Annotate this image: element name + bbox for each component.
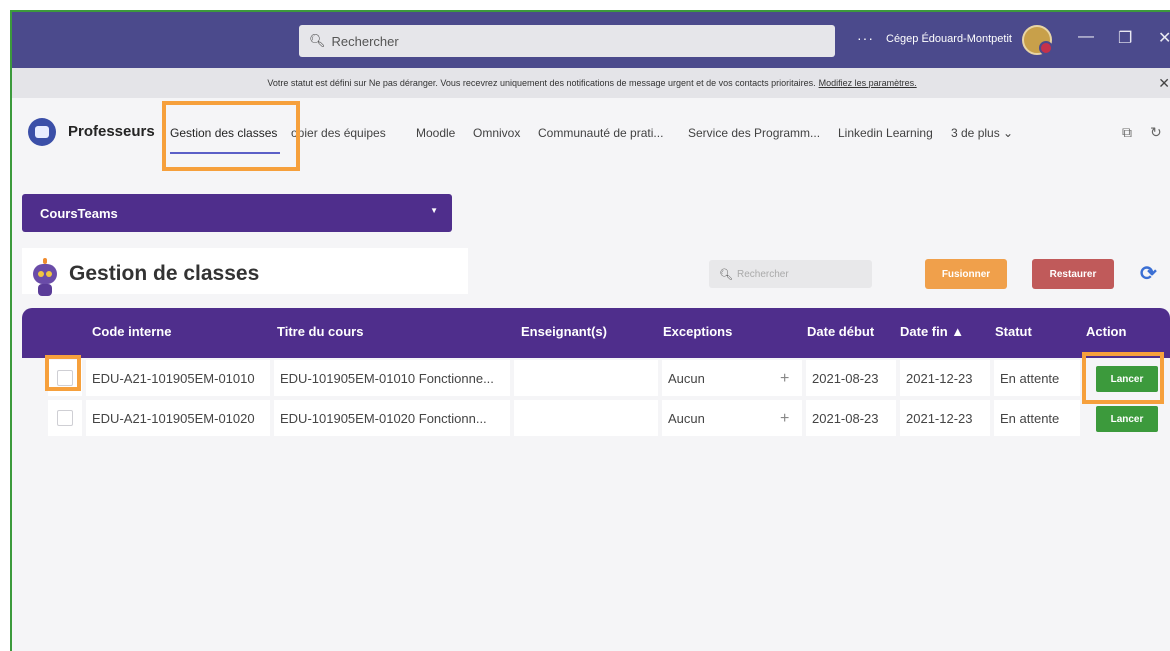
status-cell: En attente bbox=[994, 400, 1080, 436]
action-cell: Lancer bbox=[1084, 400, 1170, 436]
minimize-icon[interactable]: — bbox=[1078, 28, 1094, 46]
add-exception-icon[interactable]: + bbox=[780, 410, 789, 428]
exceptions-cell: Aucun + bbox=[662, 360, 802, 396]
channel-tab-bar: Professeurs Gestion des classes opier de… bbox=[12, 98, 1170, 171]
add-exception-icon[interactable]: + bbox=[780, 370, 789, 388]
dropdown-label: CoursTeams bbox=[40, 205, 118, 221]
teams-window: 🔍︎ Rechercher ··· Cégep Édouard-Montpeti… bbox=[10, 10, 1170, 651]
exceptions-value: Aucun bbox=[668, 410, 705, 426]
dnd-notification-bar: Votre statut est défini sur Ne pas déran… bbox=[12, 68, 1170, 98]
title-bar: 🔍︎ Rechercher ··· Cégep Édouard-Montpeti… bbox=[12, 12, 1170, 68]
end-date-cell: 2021-12-23 bbox=[900, 360, 990, 396]
refresh-icon[interactable]: ⟳ bbox=[1140, 261, 1157, 286]
code-cell: EDU-A21-101905EM-01010 bbox=[86, 360, 270, 396]
notification-text: Votre statut est défini sur Ne pas déran… bbox=[267, 78, 816, 88]
end-date-cell: 2021-12-23 bbox=[900, 400, 990, 436]
header-end-date[interactable]: Date fin ▲ bbox=[900, 324, 964, 339]
tab-linkedin-learning[interactable]: Linkedin Learning bbox=[838, 126, 933, 140]
bot-mascot-icon bbox=[30, 258, 60, 298]
popout-icon[interactable]: ⧉ bbox=[1122, 124, 1132, 141]
header-title[interactable]: Titre du cours bbox=[277, 324, 363, 339]
header-teachers[interactable]: Enseignant(s) bbox=[521, 324, 607, 339]
table-row: EDU-A21-101905EM-01020 EDU-101905EM-0102… bbox=[22, 400, 1170, 438]
status-cell: En attente bbox=[994, 360, 1080, 396]
coursteams-dropdown[interactable]: CoursTeams ▼ bbox=[22, 194, 452, 232]
teachers-cell bbox=[514, 360, 658, 396]
start-date-cell: 2021-08-23 bbox=[806, 360, 896, 396]
table-header: Code interne Titre du cours Enseignant(s… bbox=[22, 308, 1170, 358]
close-notification-icon[interactable]: ✕ bbox=[1158, 75, 1170, 92]
title-cell: EDU-101905EM-01010 Fonctionne... bbox=[274, 360, 510, 396]
header-exceptions[interactable]: Exceptions bbox=[663, 324, 732, 339]
restore-button[interactable]: Restaurer bbox=[1032, 259, 1114, 289]
launch-button[interactable]: Lancer bbox=[1096, 406, 1158, 432]
row-checkbox[interactable] bbox=[57, 410, 73, 426]
search-placeholder: Rechercher bbox=[331, 33, 399, 49]
search-icon: 🔍︎ bbox=[309, 33, 326, 48]
tab-copier-des-equipes[interactable]: opier des équipes bbox=[291, 126, 386, 140]
search-icon: 🔍︎ bbox=[719, 268, 733, 281]
class-search-placeholder: Rechercher bbox=[736, 268, 789, 280]
code-cell: EDU-A21-101905EM-01020 bbox=[86, 400, 270, 436]
select-cell bbox=[48, 400, 82, 436]
merge-button[interactable]: Fusionner bbox=[925, 259, 1007, 289]
restore-window-icon[interactable]: ❐ bbox=[1118, 28, 1132, 48]
modify-settings-link[interactable]: Modifiez les paramètres. bbox=[819, 78, 917, 88]
highlight-tab-box bbox=[162, 101, 300, 171]
header-start-date[interactable]: Date début bbox=[807, 324, 874, 339]
global-search-input[interactable]: 🔍︎ Rechercher bbox=[299, 25, 835, 57]
header-action[interactable]: Action bbox=[1086, 324, 1126, 339]
exceptions-value: Aucun bbox=[668, 370, 705, 386]
class-search-input[interactable]: 🔍︎ Rechercher bbox=[709, 260, 872, 288]
table-row: EDU-A21-101905EM-01010 EDU-101905EM-0101… bbox=[22, 360, 1170, 398]
teachers-cell bbox=[514, 400, 658, 436]
team-name: Professeurs bbox=[68, 123, 155, 140]
chevron-down-icon: ▼ bbox=[430, 206, 438, 215]
tab-moodle[interactable]: Moodle bbox=[416, 126, 455, 140]
tab-communaute-de-pratique[interactable]: Communauté de prati... bbox=[538, 126, 663, 140]
reload-tab-icon[interactable]: ↻ bbox=[1150, 124, 1162, 141]
user-avatar[interactable] bbox=[1022, 25, 1053, 55]
tab-more[interactable]: 3 de plus ⌄ bbox=[951, 126, 1013, 140]
header-status[interactable]: Statut bbox=[995, 324, 1032, 339]
start-date-cell: 2021-08-23 bbox=[806, 400, 896, 436]
page-title: Gestion de classes bbox=[69, 262, 260, 285]
organization-name[interactable]: Cégep Édouard-Montpetit bbox=[886, 33, 1012, 45]
highlight-checkbox-box bbox=[45, 355, 81, 391]
title-cell: EDU-101905EM-01020 Fonctionn... bbox=[274, 400, 510, 436]
highlight-launch-box bbox=[1082, 352, 1164, 404]
tab-omnivox[interactable]: Omnivox bbox=[473, 126, 520, 140]
close-window-icon[interactable]: ✕ bbox=[1158, 28, 1170, 48]
exceptions-cell: Aucun + bbox=[662, 400, 802, 436]
tab-service-des-programmes[interactable]: Service des Programm... bbox=[688, 126, 820, 140]
more-options-icon[interactable]: ··· bbox=[857, 30, 874, 46]
team-logo-icon bbox=[28, 118, 56, 146]
header-code[interactable]: Code interne bbox=[92, 324, 171, 339]
